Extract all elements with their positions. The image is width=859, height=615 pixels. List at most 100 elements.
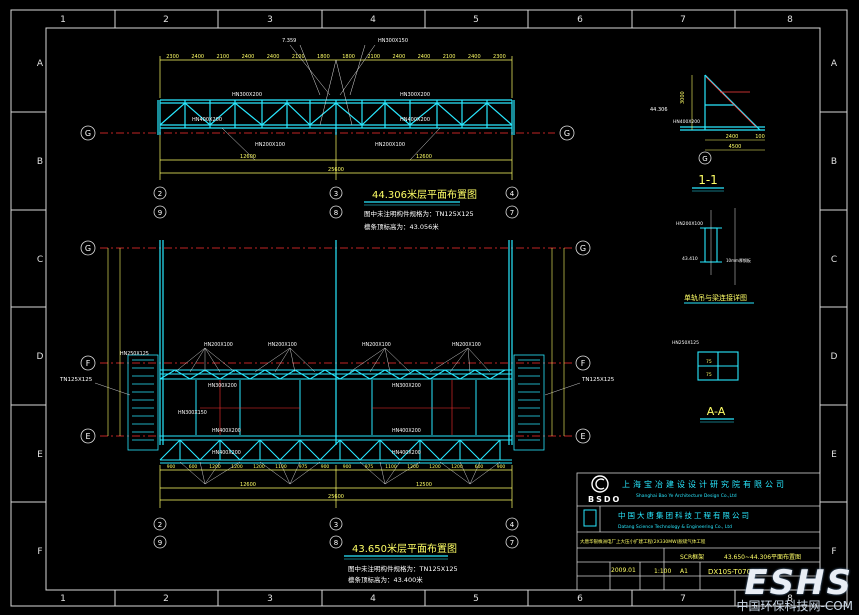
axis-label: E <box>85 432 90 441</box>
member-label: HN400X200 <box>212 428 241 434</box>
axis-number: 4 <box>510 190 515 198</box>
label-7359: 7.359 <box>282 38 296 44</box>
col-number: 4 <box>370 594 376 604</box>
dimension-value: 975 <box>299 464 308 470</box>
top-plan-bottom-dims <box>159 135 513 180</box>
axis-label: F <box>581 359 586 368</box>
row-letter: C <box>831 255 837 265</box>
drawing-scale: 1:100 <box>654 568 671 575</box>
axis-number: 9 <box>158 209 162 217</box>
col-number: 1 <box>60 15 66 25</box>
axis-label: G <box>580 244 586 253</box>
watermark: ESHS 中国环保科技网-COM <box>736 566 853 613</box>
member-label: HN400X200 <box>212 450 241 456</box>
logo-text: BSDO <box>588 495 621 504</box>
label-member: HN200X100 <box>375 142 405 148</box>
dimension-value: 900 <box>497 464 506 470</box>
col-number: 4 <box>370 15 376 25</box>
dimension-value: 2100 <box>292 54 305 60</box>
dimension-value: 600 <box>475 464 484 470</box>
sec11-dim-total: 4500 <box>729 144 742 150</box>
member-label: HN200X100 <box>204 342 233 348</box>
aa-dim: 75 <box>706 372 712 378</box>
col-number: 1 <box>60 594 66 604</box>
aa-member: HN250X125 <box>672 340 699 346</box>
top-plan-note2: 檩条顶标高为：43.056米 <box>364 222 439 231</box>
detail-elev: 43.410 <box>682 256 698 262</box>
dimension-value: 900 <box>167 464 176 470</box>
detail-connection: HN200X100 43.410 10mm厚钢板 单轨吊与梁连接详图 <box>676 208 754 304</box>
company-logo <box>591 475 609 493</box>
axis-number: 7 <box>510 539 514 547</box>
watermark-site: 中国环保科技网-COM <box>736 599 853 613</box>
watermark-brand: ESHS <box>744 563 853 603</box>
company-cn: 上海宝冶建设设计研究院有限公司 <box>622 479 787 489</box>
company-en: Shanghai Bao Ye Architecture Design Co.,… <box>636 493 737 499</box>
section-a-a: HN250X125 75 75 A-A <box>672 340 739 423</box>
dimension-value: 1200 <box>253 464 265 470</box>
dimension-value: 2400 <box>468 54 481 60</box>
detail-title: 单轨吊与梁连接详图 <box>684 293 747 302</box>
dimension-value: 1200 <box>451 464 463 470</box>
client-cn: 中国大唐集团科技工程有限公司 <box>618 510 751 520</box>
dim-total: 25600 <box>328 167 344 173</box>
dimension-value: 600 <box>189 464 198 470</box>
row-letter: D <box>831 352 838 362</box>
member-label: HN250X125 <box>120 351 149 357</box>
dimension-value: 1100 <box>385 464 397 470</box>
member-label: HN200X100 <box>362 342 391 348</box>
member-label: HN300X150 <box>178 410 207 416</box>
axis-number: 3 <box>334 521 338 529</box>
dimension-value: 2300 <box>493 54 506 60</box>
dim-half-left: 12600 <box>240 482 256 488</box>
dim-half-right: 12600 <box>416 154 432 160</box>
row-letter: C <box>37 255 43 265</box>
label-member: HN400X200 <box>192 117 222 123</box>
section-1-1: 3000 2400 100 4500 44.306 HN400X200 G 1-… <box>650 74 765 192</box>
col-number: 6 <box>577 594 583 604</box>
row-letter: E <box>37 450 43 460</box>
dimension-value: 2100 <box>217 54 230 60</box>
dimension-value: 1800 <box>342 54 355 60</box>
drawing-title: 43.650~44.306平面布置图 <box>724 553 801 561</box>
cad-drawing: 1 2 3 4 5 6 7 8 1 2 3 4 5 6 7 8 A B C D … <box>10 9 848 607</box>
top-plan-dim-chain <box>159 56 513 98</box>
member-label: HN300X200 <box>208 383 237 389</box>
axis-label: F <box>86 359 91 368</box>
col-number: 2 <box>163 15 169 25</box>
dimension-value: 2100 <box>367 54 380 60</box>
detail-member: HN200X100 <box>676 221 703 227</box>
row-letter: F <box>37 547 42 557</box>
dimension-value: 900 <box>343 464 352 470</box>
label-member: HN300X200 <box>232 92 262 98</box>
project-name: 大唐华银株洲电厂上大压小扩建工程(2X330MW)脱硫气体工程 <box>580 538 706 545</box>
sec11-axis: G <box>702 155 707 163</box>
row-letter: A <box>831 59 838 69</box>
bottom-plan-note1: 图中未注明构件规格为：TN125X125 <box>348 564 458 573</box>
client-en: Datang Science Technology & Engineering … <box>618 524 732 530</box>
dimension-value: 1200 <box>231 464 243 470</box>
sec11-dim-a: 2400 <box>726 134 739 140</box>
axis-number: 8 <box>334 209 338 217</box>
dimension-value: 1800 <box>317 54 330 60</box>
col-number: 6 <box>577 15 583 25</box>
bottom-plan-title: 43.650米层平面布置图 <box>352 542 457 555</box>
row-letter: D <box>37 352 44 362</box>
dimension-value: 900 <box>321 464 330 470</box>
label-member: HN400X200 <box>400 117 430 123</box>
sec11-elev: 44.306 <box>650 107 668 113</box>
sec11-title: 1-1 <box>698 173 718 187</box>
axis-label-g: G <box>564 129 570 138</box>
dimension-value: 1200 <box>429 464 441 470</box>
drawing-sheet: A1 <box>680 568 688 575</box>
row-letter: A <box>37 59 44 69</box>
row-letter: B <box>831 157 837 167</box>
axis-label-g: G <box>85 129 91 138</box>
member-label: HN400X200 <box>392 428 421 434</box>
dimension-value: 975 <box>365 464 374 470</box>
dimension-value: 1200 <box>209 464 221 470</box>
truss-e <box>159 435 512 464</box>
dimension-value: 2400 <box>393 54 406 60</box>
axis-number: 4 <box>510 521 515 529</box>
dimension-value: 2400 <box>191 54 204 60</box>
